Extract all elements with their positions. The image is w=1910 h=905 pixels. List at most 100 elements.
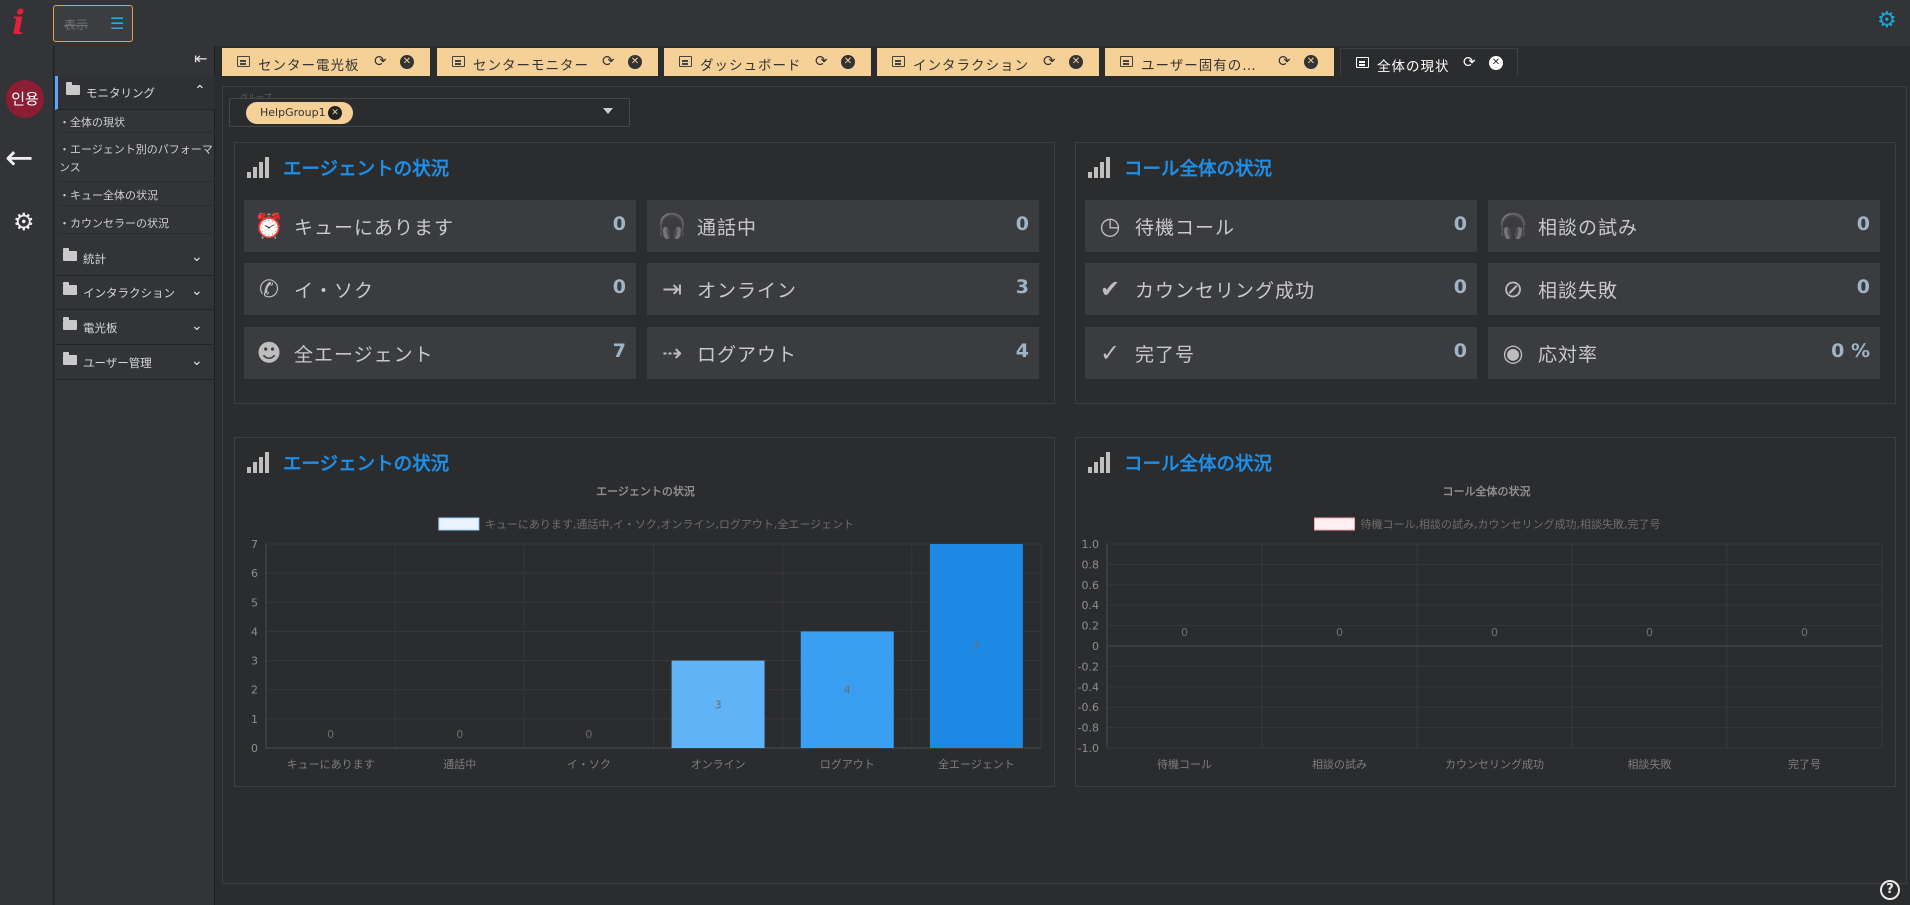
stat-card-isoku: ✆ イ・ソク 0 xyxy=(244,263,636,315)
call-status-panel: コール全体の状況 ◷ 待機コール 0 🎧 相談の試み 0 ✔ カウンセリング成功… xyxy=(1075,142,1896,404)
chart-ytick-label: 5 xyxy=(251,596,258,609)
chevron-down-icon: ⌄ xyxy=(191,283,203,299)
tab-center-monitor[interactable]: センターモニター ⟳ ✕ xyxy=(437,48,658,76)
chart-ytick-label: 3 xyxy=(251,655,258,668)
group-chip[interactable]: HelpGroup1 ✕ xyxy=(246,102,353,124)
sidebar-folder-label: 統計 xyxy=(83,252,106,266)
chart-ytick-label: 6 xyxy=(251,567,258,580)
chart-xtick-label: 相談失敗 xyxy=(1628,757,1672,771)
gear-icon[interactable]: ⚙ xyxy=(1877,9,1897,33)
tab-label: センター電光板 xyxy=(258,58,360,74)
document-icon xyxy=(892,56,905,67)
sidebar-item-counselor-status[interactable]: ・カウンセラーの状況 xyxy=(59,215,215,234)
group-select[interactable]: HelpGroup1 ✕ xyxy=(229,98,630,127)
close-icon[interactable]: ✕ xyxy=(328,106,342,120)
panel-title: エージェントの状況 xyxy=(283,159,450,180)
tab-interaction[interactable]: インタラクション ⟳ ✕ xyxy=(877,48,1099,76)
group-chip-label: HelpGroup1 xyxy=(260,106,326,119)
back-arrow-icon[interactable]: ← xyxy=(5,140,34,176)
chart-xtick-label: 全エージェント xyxy=(938,757,1015,771)
stat-card-logout: ⇢ ログアウト 4 xyxy=(647,327,1039,379)
stat-card-online: ⇥ オンライン 3 xyxy=(647,263,1039,315)
chart-data-label: 4 xyxy=(844,684,851,697)
stat-card-counseling-success: ✔ カウンセリング成功 0 xyxy=(1085,263,1477,315)
chart-ytick-label: 1 xyxy=(251,713,258,726)
tab-label: ユーザー固有の… xyxy=(1141,58,1257,74)
stat-value: 0 % xyxy=(1831,340,1870,362)
chart-xtick-label: 相談の試み xyxy=(1312,757,1367,771)
stat-label: 通話中 xyxy=(697,217,758,239)
help-circle-icon[interactable]: ? xyxy=(1880,880,1900,900)
stat-label: 完了号 xyxy=(1135,344,1196,366)
chart-data-label: 0 xyxy=(1801,626,1808,639)
chart-ytick-label: 0.4 xyxy=(1082,599,1100,612)
chart-data-label: 0 xyxy=(327,728,334,741)
agent-status-panel: エージェントの状況 ⏰ キューにあります 0 🎧 通話中 0 ✆ イ・ソク 0 … xyxy=(234,142,1055,404)
tab-dashboard[interactable]: ダッシュボード ⟳ ✕ xyxy=(664,48,871,76)
sidebar-folder-label: ユーザー管理 xyxy=(83,356,152,370)
tab-user-specific[interactable]: ユーザー固有の… ⟳ ✕ xyxy=(1105,48,1334,76)
panel-title: コール全体の状況 xyxy=(1124,159,1273,180)
collapse-left-icon[interactable]: ⇤ xyxy=(194,50,207,68)
stat-card-consult-attempts: 🎧 相談の試み 0 xyxy=(1488,200,1880,252)
stat-value: 3 xyxy=(1015,276,1029,298)
refresh-icon[interactable]: ⟳ xyxy=(1043,52,1056,70)
menu-lines-icon: ☰ xyxy=(110,14,125,33)
chart-ytick-label: 2 xyxy=(251,684,258,697)
tab-label: ダッシュボード xyxy=(700,58,802,74)
chart-data-label: 0 xyxy=(456,728,463,741)
phone-cancel-icon: ✆ xyxy=(258,275,280,303)
close-icon[interactable]: ✕ xyxy=(841,55,855,69)
call-status-bar-chart: コール全体の状況待機コール,相談の試み,カウンセリング成功,相談失敗,完了号 1.… xyxy=(1078,484,1883,771)
chart-xtick-label: 待機コール xyxy=(1157,757,1212,771)
sidebar-folder-statistics[interactable]: 統計 ⌄ xyxy=(55,242,215,276)
menu-label: 表示 xyxy=(64,18,89,32)
check-icon: ✓ xyxy=(1099,339,1121,367)
close-icon[interactable]: ✕ xyxy=(1489,56,1503,70)
headset-off-icon: ⊘ xyxy=(1502,275,1524,303)
stat-label: 応対率 xyxy=(1538,344,1599,366)
tab-label: インタラクション xyxy=(913,58,1029,74)
stat-card-all-agents: ☻ 全エージェント 7 xyxy=(244,327,636,379)
sidebar-folder-user-management[interactable]: ユーザー管理 ⌄ xyxy=(55,346,215,380)
agent-chart-panel: エージェントの状況 エージェントの状況 キューにあります,通話中,イ・ソク,オンラ… xyxy=(234,437,1055,787)
close-icon[interactable]: ✕ xyxy=(628,55,642,69)
chart-xtick-label: イ・ソク xyxy=(567,758,611,771)
close-icon[interactable]: ✕ xyxy=(400,55,414,69)
sidebar-folder-interaction[interactable]: インタラクション ⌄ xyxy=(55,276,215,310)
sidebar-folder-label: インタラクション xyxy=(83,286,175,300)
tab-overall-status[interactable]: 全体の現状 ⟳ ✕ xyxy=(1340,48,1518,76)
stat-value: 0 xyxy=(1856,276,1870,298)
refresh-icon[interactable]: ⟳ xyxy=(1463,53,1476,71)
sidebar-item-agent-performance[interactable]: ・エージェント別のパフォーマンス xyxy=(59,141,215,182)
chart-legend-label: 待機コール,相談の試み,カウンセリング成功,相談失敗,完了号 xyxy=(1361,517,1661,531)
close-icon[interactable]: ✕ xyxy=(1304,55,1318,69)
sidebar-folder-board[interactable]: 電光板 ⌄ xyxy=(55,311,215,345)
stat-card-response-rate: ◉ 応対率 0 % xyxy=(1488,327,1880,379)
refresh-icon[interactable]: ⟳ xyxy=(815,52,828,70)
stat-label: キューにあります xyxy=(294,217,455,239)
stat-label: 全エージェント xyxy=(294,344,434,366)
sidebar-item-queue-status[interactable]: ・キュー全体の状況 xyxy=(59,187,215,206)
menu-toggle-button[interactable]: 表示 ☰ xyxy=(53,5,133,42)
avatar[interactable]: 인용 xyxy=(6,80,44,118)
chart-xtick-label: 通話中 xyxy=(443,757,476,771)
left-rail: 인용 ← ⚙ xyxy=(0,46,54,905)
caret-down-icon[interactable] xyxy=(603,108,613,114)
chart-data-label: 0 xyxy=(1181,626,1188,639)
close-icon[interactable]: ✕ xyxy=(1069,55,1083,69)
refresh-icon[interactable]: ⟳ xyxy=(1278,52,1291,70)
settings-gear-icon[interactable]: ⚙ xyxy=(13,209,35,235)
chart-ytick-label: -0.6 xyxy=(1078,701,1099,714)
chart-ytick-label: -1.0 xyxy=(1078,742,1099,755)
chevron-down-icon: ⌄ xyxy=(191,353,203,369)
tab-center-board[interactable]: センター電光板 ⟳ ✕ xyxy=(222,48,430,76)
user-check-icon: ✔ xyxy=(1099,275,1121,303)
sidebar-item-overall-status[interactable]: ・全体の現状 xyxy=(59,114,215,133)
sidebar-folder-monitoring[interactable]: モニタリング ⌃ xyxy=(55,76,215,110)
refresh-icon[interactable]: ⟳ xyxy=(602,52,615,70)
stat-label: カウンセリング成功 xyxy=(1135,280,1316,302)
stat-value: 0 xyxy=(1856,213,1870,235)
chart-title: コール全体の状況 xyxy=(1443,484,1531,498)
refresh-icon[interactable]: ⟳ xyxy=(374,52,387,70)
